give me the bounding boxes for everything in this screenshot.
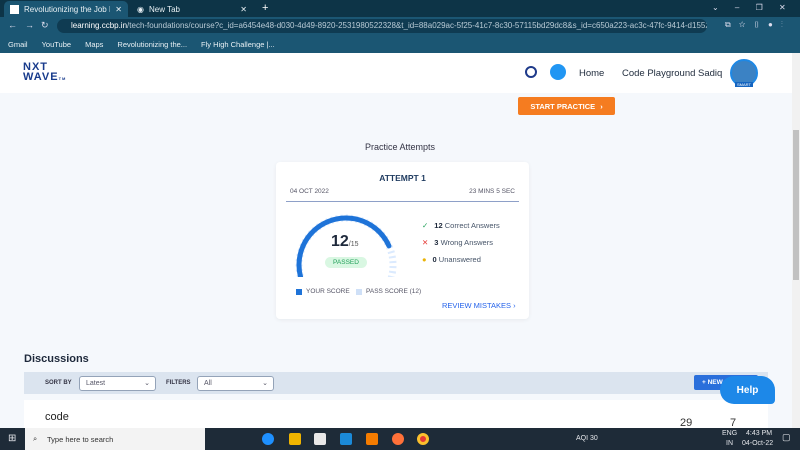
sort-select[interactable]: Latest ⌄ [79,376,156,391]
close-tab-icon[interactable]: ✕ [115,5,122,14]
bookmark-fly-high[interactable]: Fly High Challenge |... [201,40,275,49]
forward-icon[interactable]: → [25,20,34,30]
review-mistakes-link[interactable]: REVIEW MISTAKES › [442,301,516,310]
attempt-duration: 23 MINS 5 SEC [469,188,515,195]
firefox-icon[interactable] [392,433,404,445]
user-name[interactable]: Sadiq [698,68,722,79]
help-button[interactable]: Help [720,376,775,404]
check-icon: ✓ [422,221,429,230]
practice-attempts-title: Practice Attempts [364,142,436,152]
chevron-down-icon: ⌄ [144,380,150,387]
taskbar-search[interactable]: ⌕ Type here to search [25,428,205,450]
tab-revolutionizing[interactable]: Revolutionizing the Job Market |✕ [4,1,128,17]
reload-icon[interactable]: ↻ [41,20,49,31]
search-icon: ⌕ [33,434,38,443]
chrome-icon[interactable] [417,433,429,445]
address-bar-row: ← → ↻ learning.ccbp.in/tech-foundations/… [0,17,800,35]
chevron-down-icon: ⌄ [262,380,268,387]
wrong-answers: ✕ 3 Wrong Answers [422,238,493,247]
nxtwave-logo[interactable]: NXT WAVETM [23,62,66,84]
legend-pass-score: PASS SCORE (12) [356,288,421,295]
favicon-icon [10,4,19,14]
legend-swatch [296,288,302,295]
discussion-filter-bar: SORT BY Latest ⌄ FILTERS All ⌄ + NEW [24,372,768,394]
avatar[interactable]: SMART [730,59,758,87]
legend-swatch [356,288,362,295]
attempt-date: 04 OCT 2022 [290,188,329,195]
toolbar-icons[interactable]: ⧉ ☆ ▯ ● ⋮ [725,20,783,30]
attempt-title: ATTEMPT 1 [379,173,426,183]
discussion-post[interactable]: code 29 7 [24,400,768,430]
nav-code-playground[interactable]: Code Playground [622,68,695,79]
taskbar: ⊞ ⌕ Type here to search AQI 30 ENG IN 4:4… [0,428,800,450]
store-icon[interactable] [314,433,326,445]
divider [286,201,519,202]
aqi-widget[interactable]: AQI 30 [576,435,598,442]
new-tab-button[interactable]: + [262,2,268,14]
bookmarks-bar: Gmail YouTube Maps Revolutionizing the..… [0,35,800,53]
bookmark-youtube[interactable]: YouTube [42,40,71,49]
stopwatch-icon[interactable] [525,66,537,78]
file-explorer-icon[interactable] [289,433,301,445]
correct-answers: ✓ 12 Correct Answers [422,221,500,230]
filter-select[interactable]: All ⌄ [197,376,274,391]
nav-home[interactable]: Home [579,68,604,79]
status-badge: PASSED [325,257,367,268]
windows-start-icon[interactable]: ⊞ [8,433,16,444]
start-practice-button[interactable]: START PRACTICE › [518,97,615,115]
attempt-card: ATTEMPT 1 04 OCT 2022 23 MINS 5 SEC 12/1… [276,162,529,319]
browser-tab-bar: Revolutionizing the Job Market |✕ ◉New T… [0,0,800,17]
chat-icon[interactable] [550,64,566,80]
url-input[interactable]: learning.ccbp.in/tech-foundations/course… [57,19,707,33]
dot-icon: ● [422,255,427,264]
bookmark-maps[interactable]: Maps [85,40,103,49]
tab-new-tab[interactable]: ◉ New Tab ✕ [131,1,253,17]
back-icon[interactable]: ← [8,20,17,30]
vlc-icon[interactable] [366,433,378,445]
notification-icon[interactable]: ▢ [782,432,791,443]
chrome-icon: ◉ [137,4,144,14]
score-value: 12/15 [331,233,359,250]
mail-icon[interactable] [340,433,352,445]
bookmark-gmail[interactable]: Gmail [8,40,28,49]
unanswered: ● 0 Unanswered [422,255,481,264]
discussions-title: Discussions [24,353,89,365]
legend-your-score: YOUR SCORE [296,288,350,295]
chevron-right-icon: › [600,101,603,111]
cross-icon: ✕ [422,238,429,247]
edge-icon[interactable] [262,433,274,445]
close-tab-icon[interactable]: ✕ [240,5,247,14]
scrollbar-thumb[interactable] [793,130,799,280]
window-controls[interactable]: ⌄ – ❐ ✕ [712,3,786,12]
bookmark-revolutionizing[interactable]: Revolutionizing the... [117,40,187,49]
